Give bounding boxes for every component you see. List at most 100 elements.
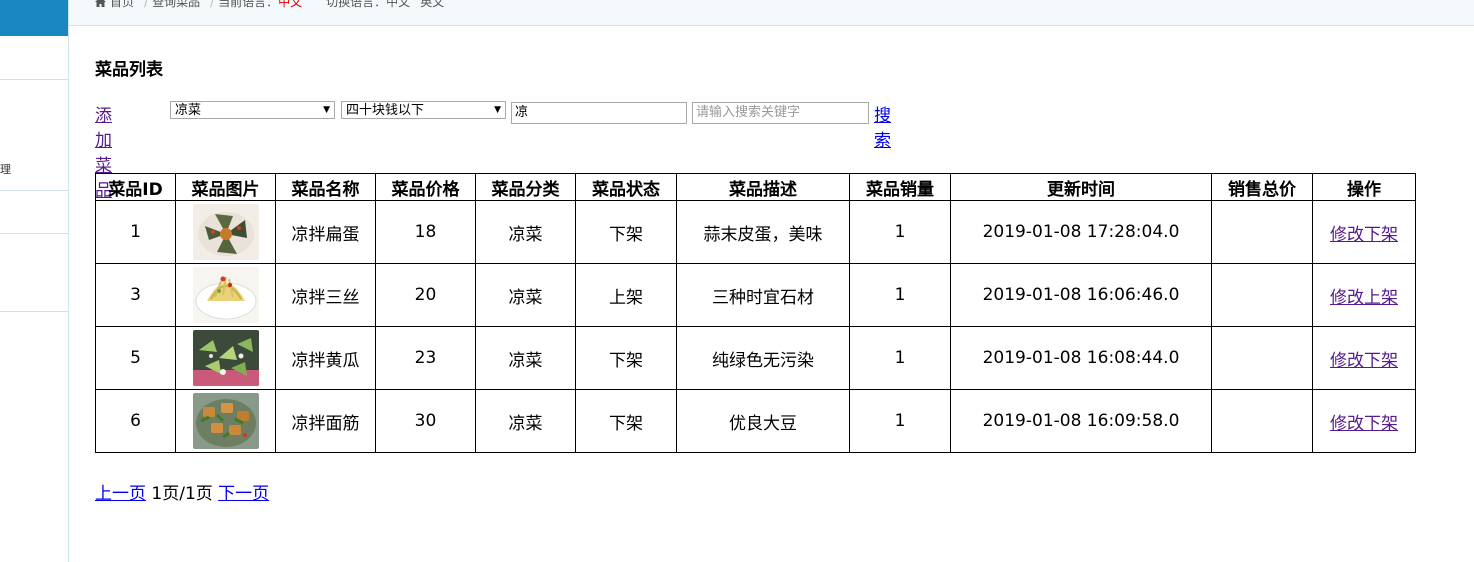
current-language-value: 中文 [278, 0, 303, 9]
breadcrumb-bar: 首页 / 查询菜品 / 当前语言：中文 切换语言：中文 英文 [69, 0, 1474, 26]
column-header-price: 菜品价格 [375, 173, 476, 201]
breadcrumb-home[interactable]: 首页 [110, 0, 134, 9]
toggle-status-link[interactable]: 上架 [1364, 288, 1398, 308]
sidebar-divider [0, 311, 68, 312]
cell-description: 三种时宜石材 [676, 263, 850, 327]
cell-price: 23 [375, 326, 476, 390]
cell-total [1211, 200, 1313, 264]
keyword-input[interactable]: 凉 [511, 102, 687, 124]
column-header-sales: 菜品销量 [849, 173, 951, 201]
sidebar-divider [0, 79, 68, 80]
cell-name: 凉拌三丝 [275, 263, 376, 327]
current-language-label: 当前语言： [218, 0, 279, 9]
toggle-status-link[interactable]: 下架 [1364, 351, 1398, 371]
table-row: 1 凉拌扁蛋 18 凉菜 下架 蒜末皮蛋，美味 1 2019-01-08 17:… [95, 200, 1416, 264]
column-header-updated: 更新时间 [950, 173, 1212, 201]
cell-description: 纯绿色无污染 [676, 326, 850, 390]
dish-table: 菜品ID 菜品图片 菜品名称 菜品价格 菜品分类 菜品状态 菜品描述 菜品销量 … [95, 173, 1416, 453]
cell-status: 下架 [575, 326, 677, 390]
search-input[interactable]: 请输入搜索关键字 [692, 102, 869, 124]
cell-image [175, 200, 276, 264]
edit-link[interactable]: 修改 [1330, 351, 1364, 371]
cell-id: 1 [95, 200, 176, 264]
cell-updated: 2019-01-08 17:28:04.0 [950, 200, 1212, 264]
column-header-description: 菜品描述 [676, 173, 850, 201]
column-header-actions: 操作 [1312, 173, 1416, 201]
table-header-row: 菜品ID 菜品图片 菜品名称 菜品价格 菜品分类 菜品状态 菜品描述 菜品销量 … [95, 173, 1416, 201]
cell-name: 凉拌扁蛋 [275, 200, 376, 264]
cell-status: 下架 [575, 200, 677, 264]
cell-actions: 修改上架 [1312, 263, 1416, 327]
column-header-id: 菜品ID [95, 173, 176, 201]
cell-sales: 1 [849, 389, 951, 453]
search-link[interactable]: 搜索 [874, 101, 891, 151]
dropdown-arrow-icon: ▼ [323, 105, 330, 115]
cell-name: 凉拌黄瓜 [275, 326, 376, 390]
cell-updated: 2019-01-08 16:09:58.0 [950, 389, 1212, 453]
home-icon [95, 0, 106, 7]
cell-sales: 1 [849, 326, 951, 390]
sidebar-divider [0, 190, 68, 191]
category-select[interactable]: 凉菜 ▼ [170, 101, 335, 119]
price-select[interactable]: 四十块钱以下 ▼ [341, 101, 506, 119]
cell-description: 优良大豆 [676, 389, 850, 453]
edit-link[interactable]: 修改 [1330, 414, 1364, 434]
cell-total [1211, 263, 1313, 327]
next-page-link[interactable]: 下一页 [218, 484, 269, 504]
cell-image [175, 389, 276, 453]
column-header-category: 菜品分类 [475, 173, 576, 201]
dropdown-arrow-icon: ▼ [494, 105, 501, 115]
breadcrumb-current-page: 查询菜品 [152, 0, 201, 9]
sidebar-divider [0, 233, 68, 234]
column-header-status: 菜品状态 [575, 173, 677, 201]
cell-status: 下架 [575, 389, 677, 453]
cell-sales: 1 [849, 200, 951, 264]
toggle-status-link[interactable]: 下架 [1364, 414, 1398, 434]
table-row: 3 凉拌三丝 20 凉菜 上架 三种时宜石材 1 2019-01-08 16:0… [95, 263, 1416, 327]
pagination: 上一页 1页/1页 下一页 [95, 479, 269, 504]
cell-image [175, 263, 276, 327]
switch-language-label: 切换语言： [326, 0, 387, 9]
cell-id: 6 [95, 389, 176, 453]
cell-category: 凉菜 [475, 389, 576, 453]
sidebar-item-label[interactable]: 理 [0, 161, 11, 177]
dish-image [192, 330, 259, 386]
cell-actions: 修改下架 [1312, 200, 1416, 264]
cell-sales: 1 [849, 263, 951, 327]
switch-language-english[interactable]: 英文 [420, 0, 444, 9]
sidebar-brand [0, 0, 68, 36]
cell-updated: 2019-01-08 16:08:44.0 [950, 326, 1212, 390]
cell-updated: 2019-01-08 16:06:46.0 [950, 263, 1212, 327]
page-info: 1页/1页 [151, 484, 213, 504]
cell-image [175, 326, 276, 390]
cell-category: 凉菜 [475, 200, 576, 264]
dish-image [192, 393, 259, 449]
cell-id: 5 [95, 326, 176, 390]
prev-page-link[interactable]: 上一页 [95, 484, 146, 504]
switch-language-chinese[interactable]: 中文 [386, 0, 410, 9]
cell-actions: 修改下架 [1312, 326, 1416, 390]
table-row: 5 凉拌黄瓜 23 凉菜 下架 纯绿色无污染 1 2019-01-08 16:0… [95, 326, 1416, 390]
cell-category: 凉菜 [475, 326, 576, 390]
toggle-status-link[interactable]: 下架 [1364, 225, 1398, 245]
column-header-total: 销售总价 [1211, 173, 1313, 201]
category-select-value: 凉菜 [175, 103, 202, 118]
dish-image [192, 267, 259, 323]
cell-price: 18 [375, 200, 476, 264]
page-title: 菜品列表 [95, 60, 163, 80]
breadcrumb: 首页 / 查询菜品 / 当前语言：中文 切换语言：中文 英文 [95, 0, 448, 10]
cell-name: 凉拌面筋 [275, 389, 376, 453]
cell-total [1211, 389, 1313, 453]
cell-total [1211, 326, 1313, 390]
dish-image [192, 204, 259, 260]
cell-price: 20 [375, 263, 476, 327]
edit-link[interactable]: 修改 [1330, 225, 1364, 245]
cell-category: 凉菜 [475, 263, 576, 327]
price-select-value: 四十块钱以下 [346, 103, 425, 118]
cell-id: 3 [95, 263, 176, 327]
table-row: 6 凉拌面筋 30 凉菜 下架 优良大豆 1 2019-01-08 16:09:… [95, 389, 1416, 453]
edit-link[interactable]: 修改 [1330, 288, 1364, 308]
cell-status: 上架 [575, 263, 677, 327]
cell-description: 蒜末皮蛋，美味 [676, 200, 850, 264]
breadcrumb-separator: / [210, 0, 215, 9]
